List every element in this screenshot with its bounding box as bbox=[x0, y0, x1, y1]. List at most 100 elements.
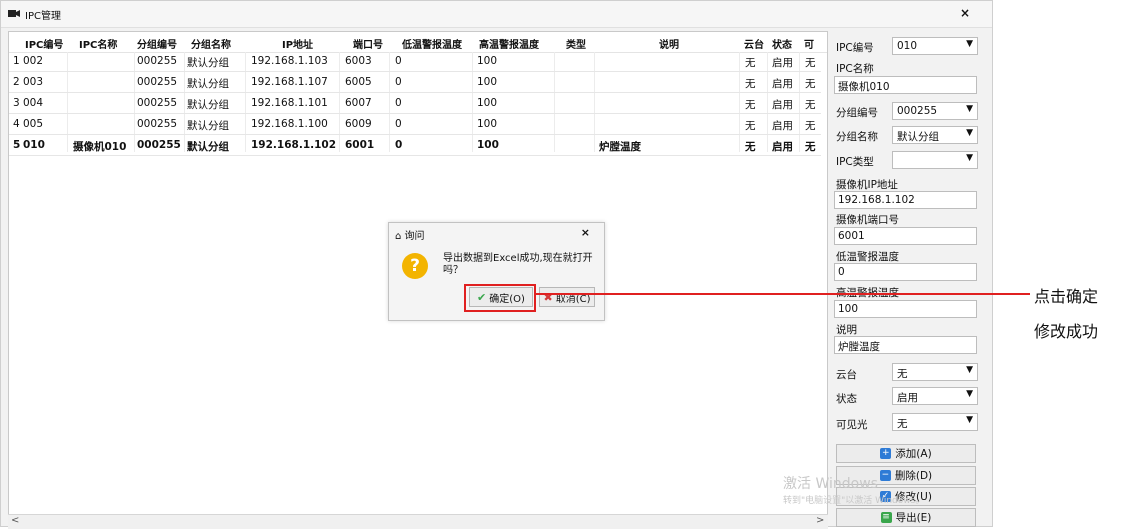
status-select[interactable]: 启用 ▼ bbox=[892, 387, 978, 405]
table-header: IPC编号 IPC名称 分组编号 分组名称 IP地址 端口号 低温警报温度 高温… bbox=[9, 32, 827, 53]
cell-group-id: 000255 bbox=[137, 55, 178, 67]
ip-field[interactable]: 192.168.1.102 bbox=[834, 191, 977, 209]
cell-port: 6009 bbox=[345, 118, 372, 130]
cell-ip: 192.168.1.107 bbox=[251, 76, 328, 88]
col-ip[interactable]: IP地址 bbox=[282, 36, 313, 51]
cell-ip: 192.168.1.102 bbox=[251, 139, 337, 151]
ipc-name-label: IPC名称 bbox=[836, 63, 874, 75]
col-type[interactable]: 类型 bbox=[566, 36, 586, 51]
row-index: 1 bbox=[13, 55, 20, 67]
visible-light-select[interactable]: 无 ▼ bbox=[892, 413, 978, 431]
trash-icon: − bbox=[879, 470, 891, 481]
ok-highlight-box bbox=[464, 284, 536, 312]
table-row[interactable]: 1 002 000255 默认分组 192.168.1.103 6003 0 100 无启用无 bbox=[9, 52, 821, 72]
cell-ipc-id: 003 bbox=[23, 76, 44, 88]
ipc-name-field[interactable]: 摄像机010 bbox=[834, 76, 977, 94]
scroll-right-icon[interactable]: > bbox=[816, 515, 824, 526]
group-name-label: 分组名称 bbox=[836, 131, 878, 143]
high-temp-field[interactable]: 100 bbox=[834, 300, 977, 318]
visible-light-label: 可见光 bbox=[836, 419, 868, 431]
group-id-select[interactable]: 000255 ▼ bbox=[892, 102, 978, 120]
col-ipc-id[interactable]: IPC编号 bbox=[25, 36, 63, 51]
export-button[interactable]: ≡ 导出(E) bbox=[836, 508, 976, 527]
cell-port: 6005 bbox=[345, 76, 372, 88]
col-status[interactable]: 状态 bbox=[772, 36, 792, 51]
question-icon: ? bbox=[402, 253, 428, 279]
cell-ptz: 无 bbox=[745, 99, 756, 111]
group-name-select[interactable]: 默认分组 ▼ bbox=[892, 126, 978, 144]
cell-ipc-id: 005 bbox=[23, 118, 44, 130]
cell-desc: 炉膛温度 bbox=[599, 141, 641, 153]
cell-ip: 192.168.1.100 bbox=[251, 118, 328, 130]
cell-ptz: 无 bbox=[745, 57, 756, 69]
cell-port: 6001 bbox=[345, 139, 375, 151]
table-row[interactable]: 5 010 摄像机010 000255 默认分组 192.168.1.102 6001 0 10… bbox=[9, 136, 821, 156]
dialog-close-icon[interactable]: × bbox=[581, 226, 590, 239]
cell-visible: 无 bbox=[805, 141, 816, 153]
cell-group-id: 000255 bbox=[137, 118, 178, 130]
annotation-line-2: 修改成功 bbox=[1034, 322, 1099, 341]
cell-status: 启用 bbox=[772, 99, 793, 111]
cell-ipc-id: 002 bbox=[23, 55, 44, 67]
close-icon[interactable]: × bbox=[960, 6, 970, 20]
cell-group-name: 默认分组 bbox=[187, 78, 229, 90]
table-row[interactable]: 3 004 000255 默认分组 192.168.1.101 6007 0 100 无启用无 bbox=[9, 94, 821, 114]
ip-label: 摄像机IP地址 bbox=[836, 179, 898, 191]
cell-ptz: 无 bbox=[745, 78, 756, 90]
window-title: IPC管理 bbox=[25, 11, 61, 22]
cell-visible: 无 bbox=[805, 99, 816, 111]
low-temp-field[interactable]: 0 bbox=[834, 263, 977, 281]
dialog-title: ⌂ 询问 bbox=[395, 231, 425, 242]
scroll-left-icon[interactable]: < bbox=[11, 515, 19, 526]
cell-low-temp: 0 bbox=[395, 139, 403, 151]
cell-ip: 192.168.1.101 bbox=[251, 97, 328, 109]
row-index: 4 bbox=[13, 118, 20, 130]
cell-group-id: 000255 bbox=[137, 97, 178, 109]
chevron-down-icon: ▼ bbox=[966, 389, 973, 399]
ptz-select[interactable]: 无 ▼ bbox=[892, 363, 978, 381]
desc-label: 说明 bbox=[836, 324, 857, 336]
ipc-id-label: IPC编号 bbox=[836, 42, 874, 54]
col-high-temp[interactable]: 高温警报温度 bbox=[479, 36, 539, 51]
cell-low-temp: 0 bbox=[395, 97, 402, 109]
camera-icon bbox=[8, 10, 20, 17]
status-label: 状态 bbox=[836, 393, 857, 405]
table-row[interactable]: 4 005 000255 默认分组 192.168.1.100 6009 0 100 无启用无 bbox=[9, 115, 821, 135]
port-label: 摄像机端口号 bbox=[836, 214, 899, 226]
desc-field[interactable]: 炉膛温度 bbox=[834, 336, 977, 354]
ipc-type-select[interactable]: ▼ bbox=[892, 151, 978, 169]
col-desc[interactable]: 说明 bbox=[659, 36, 679, 51]
activation-watermark-sub: 转到"电脑设置"以激活 Windows。 bbox=[783, 496, 925, 506]
cancel-button[interactable]: ✖ 取消(C) bbox=[539, 287, 595, 307]
callout-line bbox=[536, 293, 1030, 295]
title-bar: IPC管理 × bbox=[1, 1, 992, 28]
chevron-down-icon: ▼ bbox=[966, 128, 973, 138]
ipc-id-select[interactable]: 010 ▼ bbox=[892, 37, 978, 55]
plus-icon: + bbox=[880, 448, 892, 459]
dialog-message: 导出数据到Excel成功,现在就打开吗？ bbox=[443, 253, 593, 276]
cell-group-name: 默认分组 bbox=[187, 57, 229, 69]
col-ipc-name[interactable]: IPC名称 bbox=[79, 36, 117, 51]
ipc-type-label: IPC类型 bbox=[836, 156, 874, 168]
cell-port: 6003 bbox=[345, 55, 372, 67]
col-ptz[interactable]: 云台 bbox=[744, 36, 764, 51]
cell-port: 6007 bbox=[345, 97, 372, 109]
table-row[interactable]: 2 003 000255 默认分组 192.168.1.107 6005 0 100 无启用无 bbox=[9, 73, 821, 93]
col-low-temp[interactable]: 低温警报温度 bbox=[402, 36, 462, 51]
chevron-down-icon: ▼ bbox=[966, 415, 973, 425]
add-button[interactable]: + 添加(A) bbox=[836, 444, 976, 463]
row-index: 2 bbox=[13, 76, 20, 88]
col-port[interactable]: 端口号 bbox=[353, 36, 383, 51]
chevron-down-icon: ▼ bbox=[966, 153, 973, 163]
chevron-down-icon: ▼ bbox=[966, 104, 973, 114]
cell-visible: 无 bbox=[805, 78, 816, 90]
row-index: 3 bbox=[13, 97, 20, 109]
col-group-id[interactable]: 分组编号 bbox=[137, 36, 177, 51]
cell-ptz: 无 bbox=[745, 141, 756, 153]
col-group-name[interactable]: 分组名称 bbox=[191, 36, 231, 51]
port-field[interactable]: 6001 bbox=[834, 227, 977, 245]
col-visible[interactable]: 可 bbox=[804, 36, 814, 51]
cell-group-id: 000255 bbox=[137, 139, 181, 151]
cell-status: 启用 bbox=[772, 120, 793, 132]
activation-watermark: 激活 Windows bbox=[783, 476, 878, 492]
